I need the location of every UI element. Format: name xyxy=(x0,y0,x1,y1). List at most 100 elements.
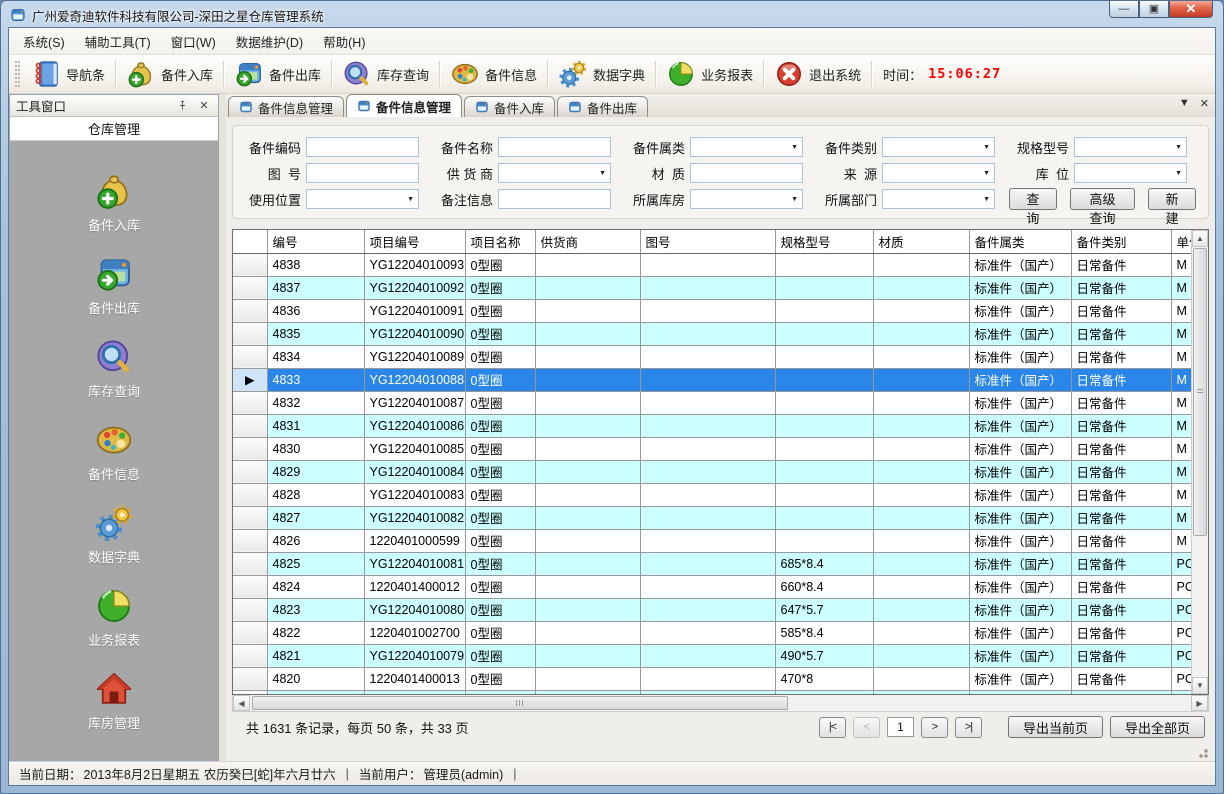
search-combo-r2-0[interactable]: ▼ xyxy=(306,189,419,209)
pin-icon[interactable] xyxy=(174,98,190,114)
vscroll-thumb[interactable] xyxy=(1193,248,1207,536)
tab-spare-out[interactable]: 备件出库 xyxy=(557,96,648,117)
table-row[interactable]: 482012204014000130型圈470*8标准件（国产）日常备件PC xyxy=(233,667,1209,690)
tab-spare-info-mgmt-1[interactable]: 备件信息管理 xyxy=(228,96,344,117)
close-button[interactable]: ✕ xyxy=(1169,0,1213,18)
table-row[interactable]: 4837YG122040100920型圈标准件（国产）日常备件M xyxy=(233,276,1209,299)
row-selector[interactable] xyxy=(233,437,267,460)
table-row[interactable]: 4823YG122040100800型圈647*5.7标准件（国产）日常备件PC xyxy=(233,598,1209,621)
tab-close-icon[interactable]: ✕ xyxy=(1200,97,1209,110)
export-all-pages-button[interactable]: 导出全部页 xyxy=(1110,716,1205,738)
scroll-up-icon[interactable]: ▲ xyxy=(1192,230,1208,247)
row-selector[interactable] xyxy=(233,322,267,345)
row-selector[interactable] xyxy=(233,552,267,575)
row-selector[interactable] xyxy=(233,276,267,299)
column-header-0[interactable]: 编号 xyxy=(267,230,364,253)
toolbar-button-inventory-query[interactable]: 库存查询 xyxy=(335,57,436,91)
export-current-page-button[interactable]: 导出当前页 xyxy=(1008,716,1103,738)
minimize-button[interactable]: — xyxy=(1109,0,1139,18)
row-selector[interactable] xyxy=(233,414,267,437)
toolbar-button-navigator[interactable]: 导航条 xyxy=(24,57,112,91)
hscroll-thumb[interactable] xyxy=(252,696,788,710)
toolbar-button-spare-info[interactable]: 备件信息 xyxy=(443,57,544,91)
row-selector[interactable] xyxy=(233,391,267,414)
chevron-down-icon[interactable]: ▼ xyxy=(1179,97,1190,110)
tab-spare-in[interactable]: 备件入库 xyxy=(464,96,555,117)
table-row[interactable]: 4834YG122040100890型圈标准件（国产）日常备件M xyxy=(233,345,1209,368)
search-combo-r2-2[interactable]: ▼ xyxy=(690,189,803,209)
advanced-query-button[interactable]: 高级查询 xyxy=(1070,188,1136,210)
table-row[interactable]: 4835YG122040100900型圈标准件（国产）日常备件M xyxy=(233,322,1209,345)
row-selector[interactable] xyxy=(233,460,267,483)
search-combo-r0-3[interactable]: ▼ xyxy=(882,137,995,157)
search-input-r1-0[interactable] xyxy=(306,163,419,183)
column-header-1[interactable]: 项目编号 xyxy=(364,230,465,253)
vertical-scrollbar[interactable]: ▲ ▼ xyxy=(1191,230,1208,694)
toolbar-button-business-report[interactable]: 业务报表 xyxy=(659,57,760,91)
table-row[interactable]: 4821YG122040100790型圈490*5.7标准件（国产）日常备件PC xyxy=(233,644,1209,667)
column-header-4[interactable]: 图号 xyxy=(640,230,775,253)
table-row[interactable]: 4830YG122040100850型圈标准件（国产）日常备件M xyxy=(233,437,1209,460)
table-row[interactable]: 4825YG122040100810型圈685*8.4标准件（国产）日常备件PC xyxy=(233,552,1209,575)
menu-item-2[interactable]: 窗口(W) xyxy=(161,28,226,55)
toolbar-button-exit-system[interactable]: 退出系统 xyxy=(767,57,868,91)
search-input-r2-1[interactable] xyxy=(498,189,611,209)
toolbar-drag-handle[interactable] xyxy=(15,61,20,87)
horizontal-scrollbar[interactable]: ◀ ▶ xyxy=(232,695,1209,712)
search-input-r0-0[interactable] xyxy=(306,137,419,157)
scroll-right-icon[interactable]: ▶ xyxy=(1191,695,1208,711)
column-header-7[interactable]: 备件属类 xyxy=(969,230,1071,253)
row-selector[interactable] xyxy=(233,345,267,368)
tab-spare-info-mgmt-2[interactable]: 备件信息管理 xyxy=(346,94,462,117)
search-combo-r0-2[interactable]: ▼ xyxy=(690,137,803,157)
new-button[interactable]: 新建 xyxy=(1148,188,1196,210)
table-row[interactable]: ▶4833YG122040100880型圈标准件（国产）日常备件M xyxy=(233,368,1209,391)
scroll-left-icon[interactable]: ◀ xyxy=(233,695,250,711)
search-combo-r0-4[interactable]: ▼ xyxy=(1074,137,1187,157)
sidebar-item-data-dictionary[interactable]: 数据字典 xyxy=(88,503,140,566)
scroll-down-icon[interactable]: ▼ xyxy=(1192,677,1208,694)
toolbar-button-spare-out[interactable]: 备件出库 xyxy=(227,57,328,91)
search-combo-r1-1[interactable]: ▼ xyxy=(498,163,611,183)
row-selector[interactable] xyxy=(233,253,267,276)
row-selector[interactable] xyxy=(233,575,267,598)
toolbar-button-data-dictionary[interactable]: 数据字典 xyxy=(551,57,652,91)
first-page-button[interactable]: |< xyxy=(819,717,846,738)
sidebar-item-inventory-query[interactable]: 库存查询 xyxy=(88,337,140,400)
column-header-5[interactable]: 规格型号 xyxy=(775,230,873,253)
row-selector[interactable] xyxy=(233,667,267,690)
menu-item-1[interactable]: 辅助工具(T) xyxy=(75,28,161,55)
search-input-r1-2[interactable] xyxy=(690,163,803,183)
query-button[interactable]: 查询 xyxy=(1009,188,1057,210)
row-selector[interactable] xyxy=(233,483,267,506)
table-row[interactable]: 482612204010005990型圈标准件（国产）日常备件M xyxy=(233,529,1209,552)
row-selector[interactable] xyxy=(233,299,267,322)
dock-close-icon[interactable]: ✕ xyxy=(196,98,212,114)
table-row[interactable]: 4836YG122040100910型圈标准件（国产）日常备件M xyxy=(233,299,1209,322)
dock-splitter[interactable] xyxy=(219,94,226,761)
table-row[interactable]: 4827YG122040100820型圈标准件（国产）日常备件M xyxy=(233,506,1209,529)
table-row[interactable]: 4838YG122040100930型圈标准件（国产）日常备件M xyxy=(233,253,1209,276)
toolbar-button-spare-in[interactable]: 备件入库 xyxy=(119,57,220,91)
menu-item-3[interactable]: 数据维护(D) xyxy=(226,28,313,55)
row-selector[interactable] xyxy=(233,529,267,552)
row-selector[interactable] xyxy=(233,621,267,644)
row-selector-arrow[interactable]: ▶ xyxy=(233,368,267,391)
column-header-2[interactable]: 项目名称 xyxy=(465,230,535,253)
search-combo-r1-4[interactable]: ▼ xyxy=(1074,163,1187,183)
sidebar-item-business-report[interactable]: 业务报表 xyxy=(88,586,140,649)
column-header-3[interactable]: 供货商 xyxy=(535,230,640,253)
search-combo-r1-3[interactable]: ▼ xyxy=(882,163,995,183)
page-number-box[interactable]: 1 xyxy=(887,717,914,737)
table-row[interactable]: 482412204014000120型圈660*8.4标准件（国产）日常备件PC xyxy=(233,575,1209,598)
sidebar-item-spare-in[interactable]: 备件入库 xyxy=(88,171,140,234)
sidebar-item-warehouse-mgmt[interactable]: 库房管理 xyxy=(88,669,140,732)
resize-grip[interactable] xyxy=(1197,747,1209,759)
next-page-button[interactable]: > xyxy=(921,717,948,738)
column-header-8[interactable]: 备件类别 xyxy=(1071,230,1171,253)
last-page-button[interactable]: >| xyxy=(955,717,982,738)
sidebar-item-spare-info[interactable]: 备件信息 xyxy=(88,420,140,483)
maximize-button[interactable]: ▣ xyxy=(1139,0,1169,18)
column-header-6[interactable]: 材质 xyxy=(873,230,969,253)
row-selector[interactable] xyxy=(233,506,267,529)
